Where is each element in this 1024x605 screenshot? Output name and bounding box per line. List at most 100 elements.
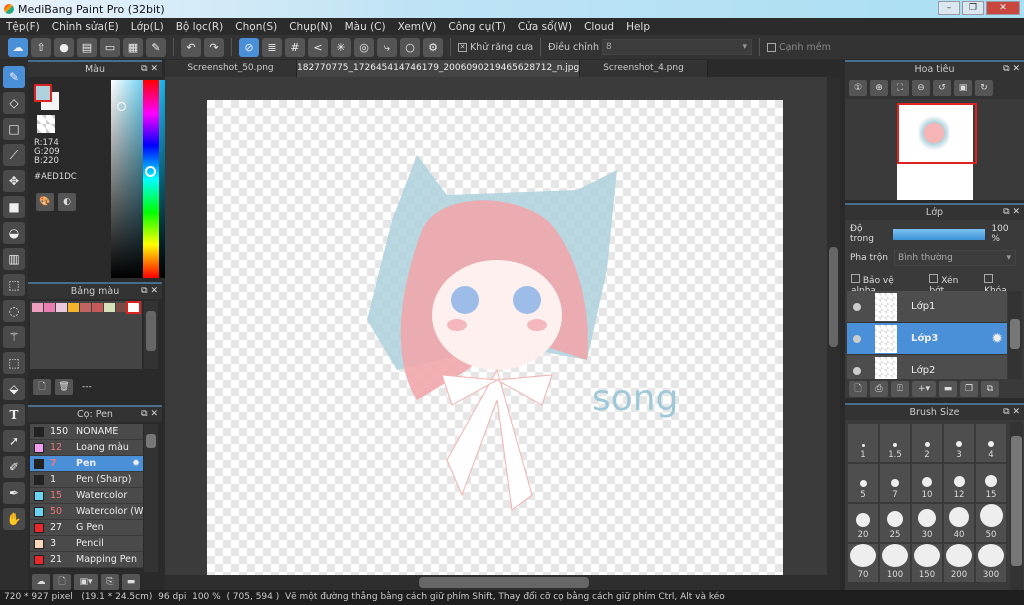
zoom-actual-icon[interactable]: ①: [849, 80, 867, 96]
visibility-icon[interactable]: [853, 334, 861, 343]
settings-snap-icon[interactable]: ⚙: [423, 37, 443, 57]
visibility-icon[interactable]: [853, 302, 861, 311]
cloud-icon[interactable]: ☁: [8, 37, 28, 57]
palette-swatch[interactable]: [104, 303, 115, 312]
vertical-scrollbar[interactable]: [827, 77, 840, 575]
brush-size-cell[interactable]: 1.5: [879, 423, 911, 463]
brush-size-cell[interactable]: 30: [911, 503, 943, 543]
circle-snap-icon[interactable]: ○: [400, 37, 420, 57]
minimize-button[interactable]: –: [938, 1, 960, 15]
menu-help[interactable]: Help: [626, 21, 650, 33]
delete-palette-icon[interactable]: 🗑: [55, 379, 73, 395]
brush-size-cell[interactable]: 40: [943, 503, 975, 543]
menu-view[interactable]: Xem(V): [398, 21, 437, 33]
add-brush-dropdown[interactable]: ▣▾: [74, 574, 98, 590]
duplicate-layer-icon[interactable]: ❐: [960, 381, 978, 397]
brush-item[interactable]: 27 G Pen: [30, 520, 143, 536]
brush-size-cell[interactable]: 3: [943, 423, 975, 463]
canvas-area[interactable]: song: [165, 77, 827, 575]
eyedropper-tool-icon[interactable]: ✒: [3, 482, 25, 504]
undo-button[interactable]: ↶: [181, 37, 201, 57]
select-eraser-icon[interactable]: ⬙: [3, 378, 25, 400]
palette-swatch[interactable]: [80, 303, 91, 312]
brush-item[interactable]: 7 Pen ✹: [30, 456, 143, 472]
share-icon[interactable]: ⇧: [31, 37, 51, 57]
select-pen-icon[interactable]: ⬚: [3, 352, 25, 374]
tab-screenshot-50[interactable]: Screenshot_50.png: [165, 60, 297, 77]
add-layer-dropdown[interactable]: +▾: [912, 381, 936, 397]
brush-size-cell[interactable]: 25: [879, 503, 911, 543]
parallel-snap-icon[interactable]: ≣: [262, 37, 282, 57]
panel-close-icon[interactable]: ⧉ ✕: [141, 62, 158, 77]
grid-doc-icon[interactable]: ▦: [123, 37, 143, 57]
brush-item[interactable]: 150 NONAME: [30, 424, 143, 440]
snap-off-icon[interactable]: ⊘: [239, 37, 259, 57]
layer-scrollbar[interactable]: [1008, 291, 1022, 379]
eraser-tool-icon[interactable]: ◇: [3, 92, 25, 114]
brush-size-cell[interactable]: 100: [879, 543, 911, 583]
palette-icon[interactable]: 🎨: [36, 193, 54, 211]
menu-edit[interactable]: Chỉnh sửa(E): [52, 21, 119, 33]
menu-filter[interactable]: Bộ lọc(R): [176, 21, 224, 33]
new-folder-icon[interactable]: ▬: [939, 381, 957, 397]
menu-window[interactable]: Cửa sổ(W): [518, 21, 572, 33]
brush-size-cell[interactable]: 70: [847, 543, 879, 583]
concentric-snap-icon[interactable]: ◎: [354, 37, 374, 57]
palette-swatch[interactable]: [32, 303, 43, 312]
color-settings-icon[interactable]: ◐: [58, 193, 76, 211]
saturation-value-picker[interactable]: [111, 80, 168, 278]
brush-tool-icon[interactable]: ✎: [3, 66, 25, 88]
zoom-out-icon[interactable]: ⊖: [912, 80, 930, 96]
comment-icon[interactable]: ●: [54, 37, 74, 57]
document-canvas[interactable]: song: [207, 100, 783, 575]
select-tool-icon[interactable]: ⬚: [3, 274, 25, 296]
visibility-icon[interactable]: [853, 366, 861, 375]
layer-row[interactable]: Lớp2: [847, 355, 1007, 379]
new-8bit-layer-icon[interactable]: ⎙: [870, 381, 888, 397]
foreground-color[interactable]: [34, 84, 52, 102]
divide-tool-icon[interactable]: ✐: [3, 456, 25, 478]
panel-close-icon[interactable]: ⧉ ✕: [141, 407, 158, 422]
curve-snap-icon[interactable]: ⤷: [377, 37, 397, 57]
gradient-tool-icon[interactable]: ▥: [3, 248, 25, 270]
magic-wand-icon[interactable]: ⚚: [3, 326, 25, 348]
document-icon[interactable]: ▭: [100, 37, 120, 57]
transparent-color[interactable]: [37, 115, 55, 133]
new-brush-icon[interactable]: 🗋: [53, 574, 71, 590]
redo-button[interactable]: ↷: [204, 37, 224, 57]
dot-line-tool-icon[interactable]: ⟋: [3, 144, 25, 166]
palette-swatch[interactable]: [126, 301, 141, 314]
palette-swatch[interactable]: [56, 303, 67, 312]
grid-snap-icon[interactable]: #: [285, 37, 305, 57]
adjust-select[interactable]: 8: [601, 39, 752, 55]
brush-item[interactable]: 3 Pencil: [30, 536, 143, 552]
brush-size-cell[interactable]: 10: [911, 463, 943, 503]
new-1bit-layer-icon[interactable]: ⍐: [891, 381, 909, 397]
brush-scrollbar[interactable]: [144, 424, 158, 572]
brush-settings-icon[interactable]: ✹: [132, 458, 140, 469]
rotate-right-icon[interactable]: ↻: [975, 80, 993, 96]
text-tool-icon[interactable]: T: [3, 404, 25, 426]
flip-icon[interactable]: ▣: [954, 80, 972, 96]
horizontal-scrollbar[interactable]: [165, 575, 840, 590]
menu-snap[interactable]: Chụp(N): [289, 21, 332, 33]
menu-tools[interactable]: Công cụ(T): [448, 21, 505, 33]
move-tool-icon[interactable]: ✥: [3, 170, 25, 192]
brush-size-cell[interactable]: 5: [847, 463, 879, 503]
edit-doc-icon[interactable]: ✎: [146, 37, 166, 57]
brush-size-cell[interactable]: 50: [975, 503, 1007, 543]
layer-settings-icon[interactable]: ✹: [991, 331, 1003, 347]
zoom-in-icon[interactable]: ⊕: [870, 80, 888, 96]
perspective-snap-icon[interactable]: <: [308, 37, 328, 57]
maximize-button[interactable]: ❐: [962, 1, 984, 15]
fill-rect-tool-icon[interactable]: ■: [3, 196, 25, 218]
operation-tool-icon[interactable]: ➚: [3, 430, 25, 452]
new-palette-icon[interactable]: 🗋: [33, 379, 51, 395]
brush-size-cell[interactable]: 300: [975, 543, 1007, 583]
palette-swatch[interactable]: [116, 303, 127, 312]
layer-row[interactable]: Lớp1: [847, 291, 1007, 323]
brush-size-cell[interactable]: 2: [911, 423, 943, 463]
tab-active-document[interactable]: 182770775_172645414746179_20060902194656…: [297, 60, 580, 90]
lasso-tool-icon[interactable]: ◌: [3, 300, 25, 322]
brush-item[interactable]: 50 Watercolor (We: [30, 504, 143, 520]
